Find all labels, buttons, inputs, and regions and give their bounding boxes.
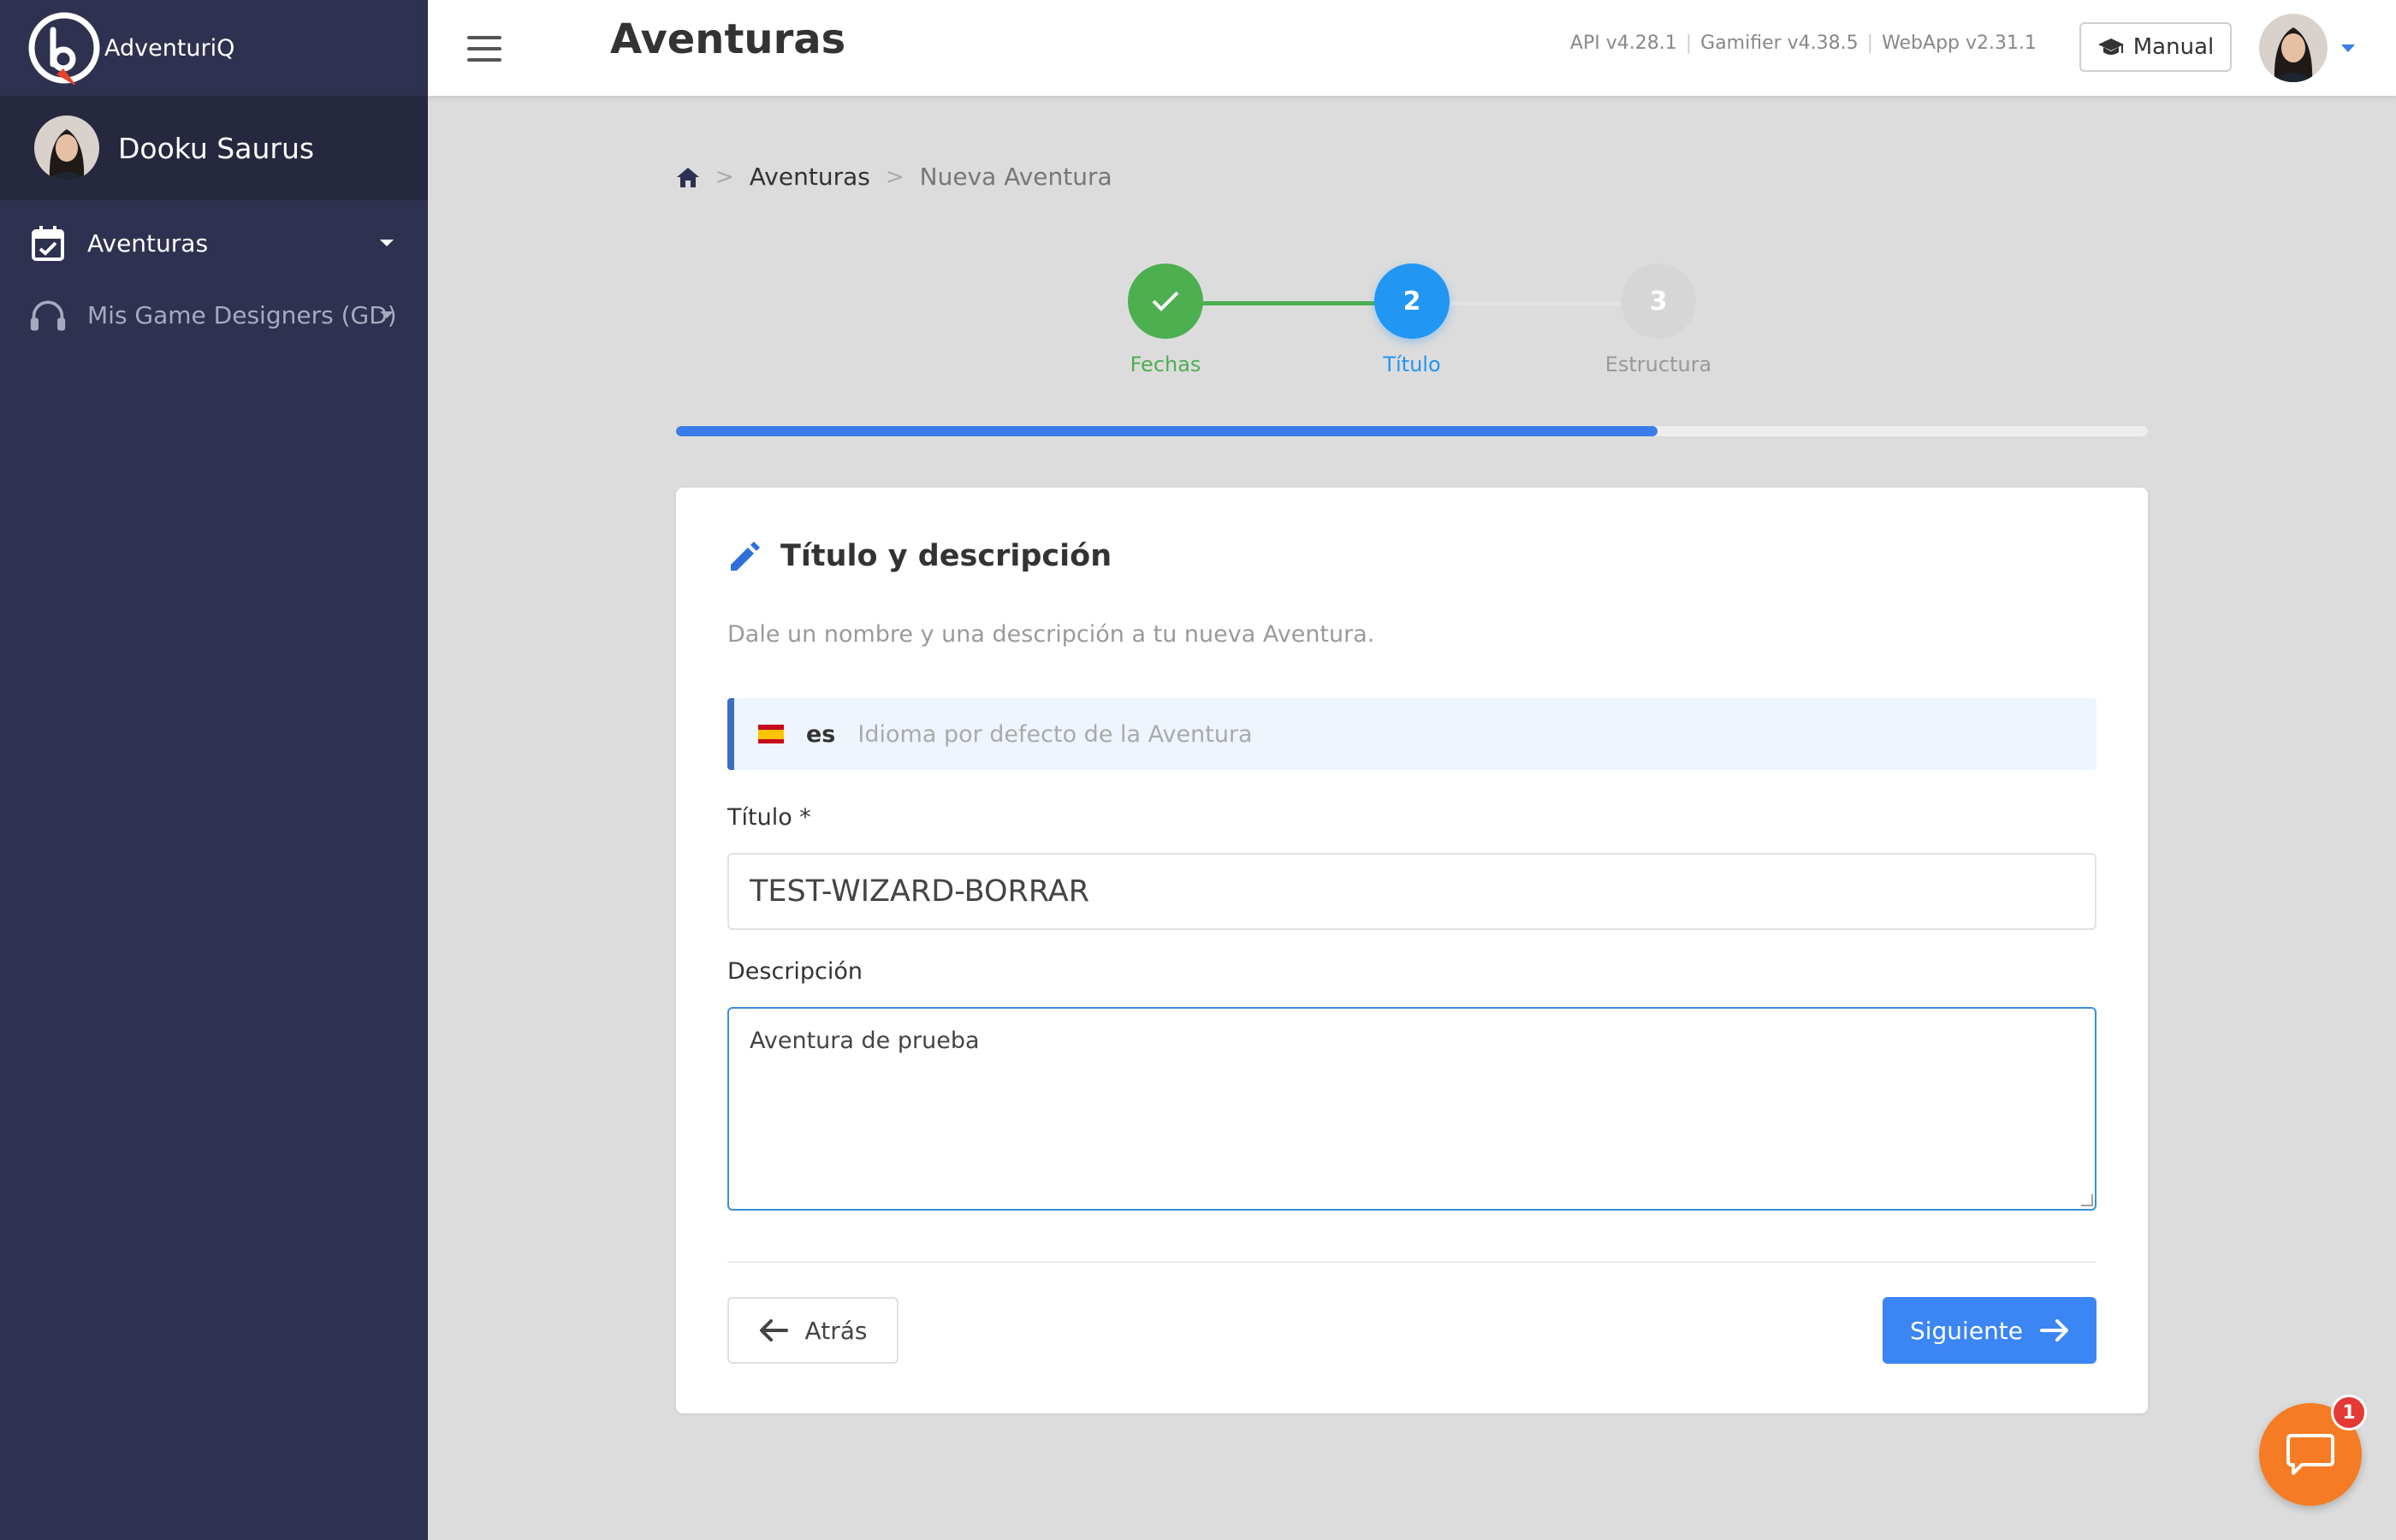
- step-label: Título: [1383, 352, 1441, 376]
- home-icon[interactable]: [676, 166, 700, 188]
- avatar: [34, 116, 99, 181]
- description-textarea[interactable]: Aventura de prueba: [727, 1007, 2096, 1211]
- back-label: Atrás: [804, 1316, 868, 1345]
- breadcrumb-current: Nueva Aventura: [919, 163, 1112, 191]
- app-name: AdventuriQ: [104, 34, 235, 62]
- step-fechas[interactable]: Fechas: [1080, 264, 1251, 376]
- chevron-down-icon: [380, 311, 394, 318]
- next-button[interactable]: Siguiente: [1883, 1297, 2096, 1364]
- calendar-check-icon: [29, 224, 67, 262]
- app-logo[interactable]: AdventuriQ: [0, 0, 428, 96]
- card-subtitle: Dale un nombre y una descripción a tu nu…: [727, 621, 1375, 648]
- step-label: Fechas: [1130, 352, 1201, 376]
- user-name: Dooku Saurus: [118, 131, 315, 165]
- sidebar-user[interactable]: Dooku Saurus: [0, 96, 428, 200]
- chevron-down-icon[interactable]: [2341, 44, 2355, 52]
- divider: [727, 1261, 2096, 1263]
- chevron-down-icon: [380, 240, 394, 246]
- breadcrumb-separator: >: [885, 163, 904, 190]
- description-label: Descripción: [727, 958, 863, 985]
- sidebar-item-label: Aventuras: [87, 228, 209, 258]
- user-avatar-menu[interactable]: [2259, 14, 2328, 82]
- title-label: Título *: [727, 804, 811, 831]
- step-number: 3: [1621, 264, 1696, 339]
- breadcrumb: > Aventuras > Nueva Aventura: [676, 163, 1112, 191]
- card-title: Título y descripción: [780, 539, 1112, 573]
- sidebar: AdventuriQ Dooku Saurus Aventuras Mis Ga…: [0, 0, 428, 1540]
- step-check-icon: [1128, 264, 1203, 339]
- sidebar-item-aventuras[interactable]: Aventuras: [0, 207, 428, 279]
- resize-handle-icon[interactable]: [2081, 1194, 2093, 1206]
- spain-flag-icon: [758, 725, 784, 743]
- version-info: API v4.28.1 | Gamifier v4.38.5 | WebApp v2.3…: [1569, 33, 2037, 54]
- language-code: es: [806, 720, 836, 748]
- chat-icon: [2286, 1432, 2334, 1477]
- gamifier-version: Gamifier v4.38.5: [1700, 33, 1859, 54]
- arrow-left-icon: [759, 1318, 788, 1342]
- sidebar-item-label: Mis Game Designers (GD): [87, 300, 397, 329]
- wizard-progress-bar: [676, 426, 2148, 436]
- step-titulo[interactable]: 2 Título: [1326, 264, 1498, 376]
- menu-toggle-icon[interactable]: [467, 36, 501, 62]
- sidebar-item-game-designers[interactable]: Mis Game Designers (GD): [0, 279, 428, 351]
- step-number: 2: [1374, 264, 1450, 339]
- pencil-icon: [727, 539, 762, 573]
- breadcrumb-aventuras[interactable]: Aventuras: [750, 163, 870, 191]
- api-version: API v4.28.1: [1569, 33, 1677, 54]
- next-label: Siguiente: [1909, 1316, 2024, 1345]
- arrow-right-icon: [2040, 1318, 2069, 1342]
- webapp-version: WebApp v2.31.1: [1882, 33, 2037, 54]
- manual-label: Manual: [2132, 34, 2215, 60]
- headphones-icon: [29, 296, 67, 334]
- sidebar-nav: Aventuras Mis Game Designers (GD): [0, 200, 428, 351]
- language-info: es Idioma por defecto de la Aventura: [727, 698, 2096, 770]
- top-bar: Aventuras API v4.28.1 | Gamifier v4.38.5 | W…: [428, 0, 2396, 96]
- breadcrumb-separator: >: [715, 163, 734, 190]
- form-card: Título y descripción Dale un nombre y un…: [676, 488, 2148, 1413]
- language-description: Idioma por defecto de la Aventura: [857, 720, 1253, 748]
- progress-fill: [676, 426, 1658, 436]
- notification-badge: 1: [2331, 1395, 2367, 1430]
- back-button[interactable]: Atrás: [727, 1297, 898, 1364]
- title-input[interactable]: [727, 853, 2096, 930]
- manual-button[interactable]: Manual: [2079, 22, 2232, 72]
- page-title: Aventuras: [610, 15, 846, 63]
- step-label: Estructura: [1604, 352, 1712, 376]
- graduation-cap-icon: [2097, 37, 2125, 57]
- card-header: Título y descripción: [727, 539, 1112, 573]
- step-estructura[interactable]: 3 Estructura: [1573, 264, 1744, 376]
- adventuriq-logo-icon: [27, 11, 101, 86]
